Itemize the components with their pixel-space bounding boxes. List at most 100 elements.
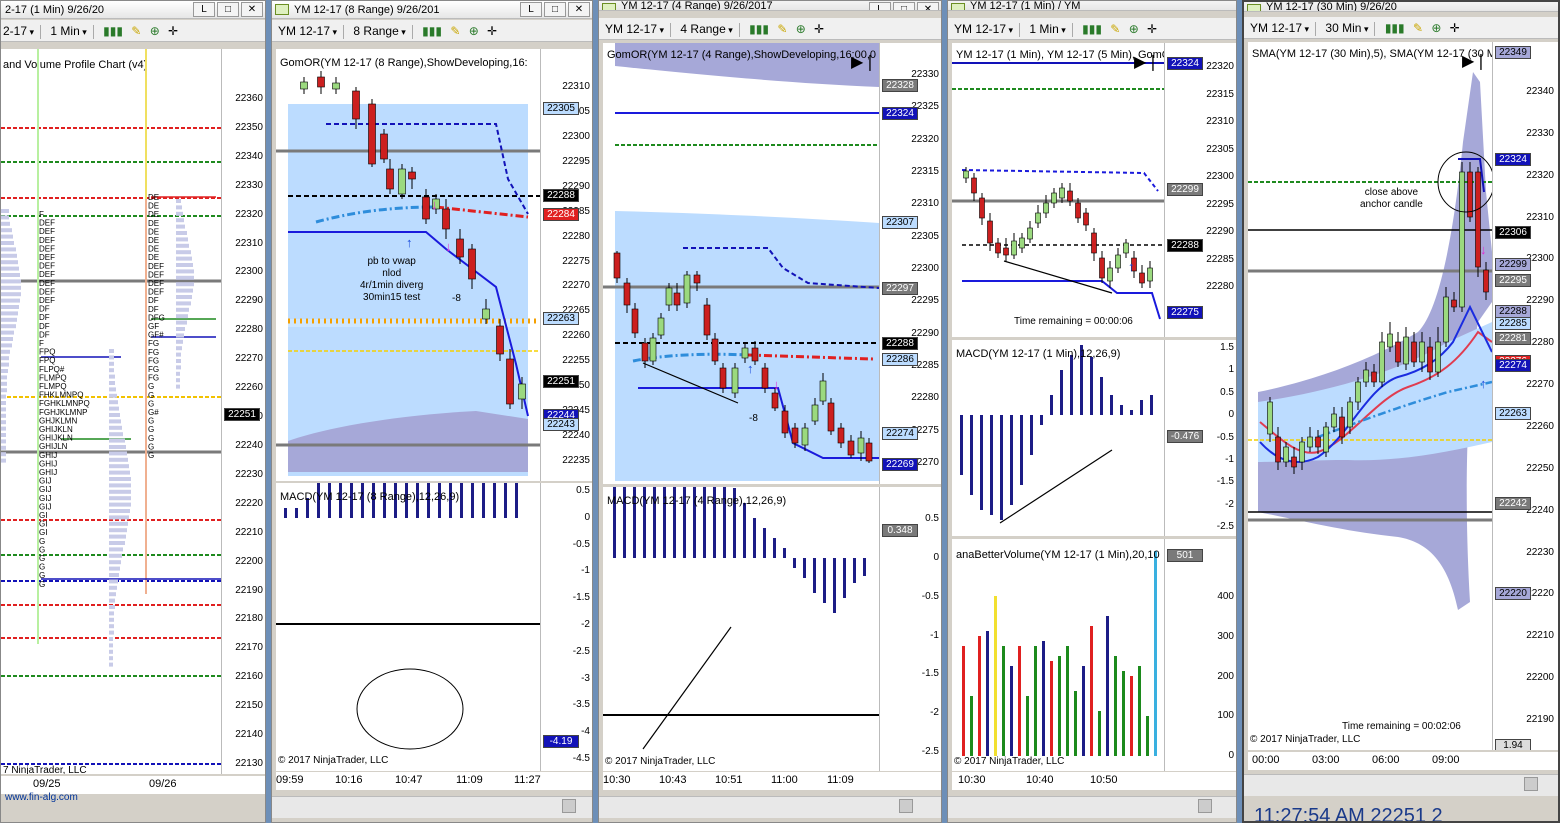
- profile-bar: [109, 541, 125, 545]
- divergence-line: [999, 449, 1113, 524]
- minimize-button[interactable]: L: [193, 2, 215, 17]
- zoom-icon[interactable]: ⊕: [150, 20, 160, 41]
- price-panel[interactable]: and Volume Profile Chart (v4) F DEF DEF DEF…: [1, 49, 221, 774]
- zoom-icon[interactable]: ⊕: [469, 20, 479, 41]
- period-selector[interactable]: 4 Range: [680, 22, 732, 36]
- macd-panel[interactable]: MACD(YM 12-17 (1 Min),12,26,9): [952, 340, 1164, 536]
- minimize-button[interactable]: L: [520, 2, 542, 17]
- price-axis[interactable]: 2231022305223002229522290222852228022275…: [540, 49, 592, 481]
- time-label: 10:16: [335, 774, 363, 786]
- profile-bar: [1, 260, 18, 265]
- candle-body: [1427, 346, 1433, 373]
- period-selector[interactable]: 1 Min: [1029, 22, 1065, 36]
- chart-window-8range[interactable]: YM 12-17 (8 Range) 9/26/201 L □ ✕ YM 12-17…: [271, 0, 593, 823]
- price-axis[interactable]: 22340 22330 22320 22310 22300 22290 22280 22270…: [1492, 42, 1558, 750]
- close-button[interactable]: ✕: [241, 2, 263, 17]
- profile-bar: [1, 228, 12, 233]
- crosshair-icon[interactable]: ✛: [814, 18, 824, 39]
- horizontal-scrollbar[interactable]: [599, 796, 941, 818]
- price-panel[interactable]: ↓ ↑ ↓ GomOR(YM 12-17 (8 Range),ShowDevelop…: [276, 49, 540, 481]
- profile-bar: [109, 406, 119, 411]
- axis-tick-label: 22315: [1206, 88, 1234, 100]
- candle-body: [1371, 371, 1377, 383]
- instrument-selector[interactable]: 2-17: [3, 24, 34, 38]
- profile-bar: [109, 649, 113, 654]
- draw-pencil-icon[interactable]: ✎: [1110, 18, 1120, 39]
- close-button[interactable]: ✕: [568, 2, 590, 17]
- zoom-icon[interactable]: ⊕: [796, 18, 806, 39]
- draw-pencil-icon[interactable]: ✎: [131, 20, 141, 41]
- volume-axis[interactable]: 400 300 200 100 0 501: [1164, 539, 1236, 771]
- period-selector[interactable]: 30 Min: [1325, 21, 1368, 35]
- chart-window-4range[interactable]: YM 12-17 (4 Range) 9/26/2017 L □ ✕ YM 12-1…: [598, 0, 942, 823]
- macd-panel[interactable]: MACD(YM 12-17 (4 Range),12,26,9) © 2017 …: [603, 487, 879, 771]
- macd-axis[interactable]: 0.5 0 -0.5 -1 -1.5 -2 -2.5 -3 -3.5 -4 -4.5 -4.19: [540, 483, 592, 771]
- crosshair-icon[interactable]: ✛: [487, 20, 497, 41]
- maximize-button[interactable]: □: [544, 2, 566, 17]
- close-button[interactable]: ✕: [917, 2, 939, 10]
- zoom-icon[interactable]: ⊕: [1431, 17, 1441, 38]
- title-bar[interactable]: YM 12-17 (30 Min) 9/26/20: [1244, 2, 1558, 12]
- maximize-button[interactable]: □: [217, 2, 239, 17]
- price-panel[interactable]: ↑ ↓ GomOR(YM 12-17 (4 Range),ShowDevelopi…: [603, 43, 879, 484]
- zoom-icon[interactable]: ⊕: [1129, 18, 1139, 39]
- title-bar[interactable]: YM 12-17 (1 Min) / YM: [948, 1, 1236, 11]
- axis-tick-label: 22360: [235, 93, 263, 104]
- price-marker-tag: 22286: [882, 353, 918, 366]
- price-panel[interactable]: ↓ ↑ SMA(YM 12-17 (30 Min),5), SMA(YM 12-1…: [1248, 42, 1492, 750]
- chart-window-30min[interactable]: YM 12-17 (30 Min) 9/26/20 YM 12-17 30 Mi…: [1242, 0, 1560, 823]
- play-icon[interactable]: ▶❘: [1134, 55, 1160, 71]
- instrument-selector[interactable]: YM 12-17: [1250, 21, 1309, 35]
- candle-body: [771, 392, 779, 409]
- price-axis[interactable]: 22330 22325 22320 22315 22310 22305 22300 22295…: [879, 43, 941, 484]
- bar-type-icon[interactable]: ▮▮▮: [1385, 17, 1405, 38]
- profile-bar: [1, 458, 6, 463]
- horizontal-scrollbar[interactable]: [272, 796, 592, 818]
- period-selector[interactable]: 1 Min: [50, 24, 86, 38]
- macd-axis[interactable]: 1.5 1 0.5 0 -0.5 -1 -1.5 -2 -2.5 -0.476: [1164, 340, 1236, 536]
- crosshair-icon[interactable]: ✛: [168, 20, 178, 41]
- draw-pencil-icon[interactable]: ✎: [1413, 17, 1423, 38]
- draw-pencil-icon[interactable]: ✎: [450, 20, 460, 41]
- draw-pencil-icon[interactable]: ✎: [777, 18, 787, 39]
- bar-type-icon[interactable]: ▮▮▮: [749, 18, 769, 39]
- bar-type-icon[interactable]: ▮▮▮: [103, 20, 123, 41]
- axis-tick-label: -2: [930, 707, 939, 719]
- horizontal-scrollbar[interactable]: [1244, 774, 1558, 796]
- price-axis[interactable]: 22360 22350 22340 22330 22320 22310 22300 22290…: [221, 49, 265, 774]
- play-icon[interactable]: ▶❘: [851, 55, 877, 71]
- annotation-line: pb to vwap: [367, 256, 416, 267]
- profile-bar: [1, 311, 18, 316]
- candle-body: [995, 242, 1001, 254]
- maximize-button[interactable]: □: [893, 2, 915, 10]
- minimize-button[interactable]: L: [869, 2, 891, 10]
- chart-window-1min-profile[interactable]: 2-17 (1 Min) 9/26/20 L□✕ 2-17 1 Min ▮▮▮ …: [0, 0, 266, 823]
- histogram-bar: [482, 483, 485, 518]
- macd-axis[interactable]: 0.5 0 -0.5 -1 -1.5 -2 -2.5 0.348: [879, 487, 941, 771]
- website-label[interactable]: www.fin-alg.com: [5, 792, 78, 803]
- candle-body: [1123, 242, 1129, 254]
- price-axis[interactable]: 22320 22315 22310 22305 22300 22295 22290 22285…: [1164, 43, 1236, 337]
- price-panel[interactable]: ↑ YM 12-17 (1 Min), YM 12-17 (5 Min), Go…: [952, 43, 1164, 337]
- title-bar[interactable]: YM 12-17 (4 Range) 9/26/2017 L □ ✕: [599, 1, 941, 11]
- price-marker-tag: 1.94: [1495, 739, 1531, 750]
- instrument-selector[interactable]: YM 12-17: [278, 24, 337, 38]
- volume-panel[interactable]: anaBetterVolume(YM 12-17 (1 Min),20,10 ©…: [952, 539, 1164, 771]
- title-bar[interactable]: 2-17 (1 Min) 9/26/20 L □ ✕: [1, 1, 265, 19]
- instrument-selector[interactable]: YM 12-17: [605, 22, 664, 36]
- bar-type-icon[interactable]: ▮▮▮: [1082, 18, 1102, 39]
- crosshair-icon[interactable]: ✛: [1450, 17, 1460, 38]
- macd-panel[interactable]: MACD(YM 12-17 (8 Range),12,26,9) © 2017 …: [276, 483, 540, 771]
- histogram-bar: [763, 528, 766, 558]
- crosshair-icon[interactable]: ✛: [1147, 18, 1157, 39]
- title-bar[interactable]: YM 12-17 (8 Range) 9/26/201 L □ ✕: [272, 1, 592, 19]
- chart-window-1min[interactable]: YM 12-17 (1 Min) / YM YM 12-17 1 Min ▮▮▮…: [947, 0, 1237, 823]
- candle-body: [1035, 212, 1041, 224]
- play-icon[interactable]: ▶❘: [1462, 54, 1488, 70]
- period-selector[interactable]: 8 Range: [353, 24, 405, 38]
- bar-type-icon[interactable]: ▮▮▮: [422, 20, 442, 41]
- axis-tick-label: 22285: [1206, 253, 1234, 265]
- instrument-selector[interactable]: YM 12-17: [954, 22, 1013, 36]
- horizontal-scrollbar[interactable]: [948, 796, 1236, 818]
- time-label: 00:00: [1252, 754, 1280, 766]
